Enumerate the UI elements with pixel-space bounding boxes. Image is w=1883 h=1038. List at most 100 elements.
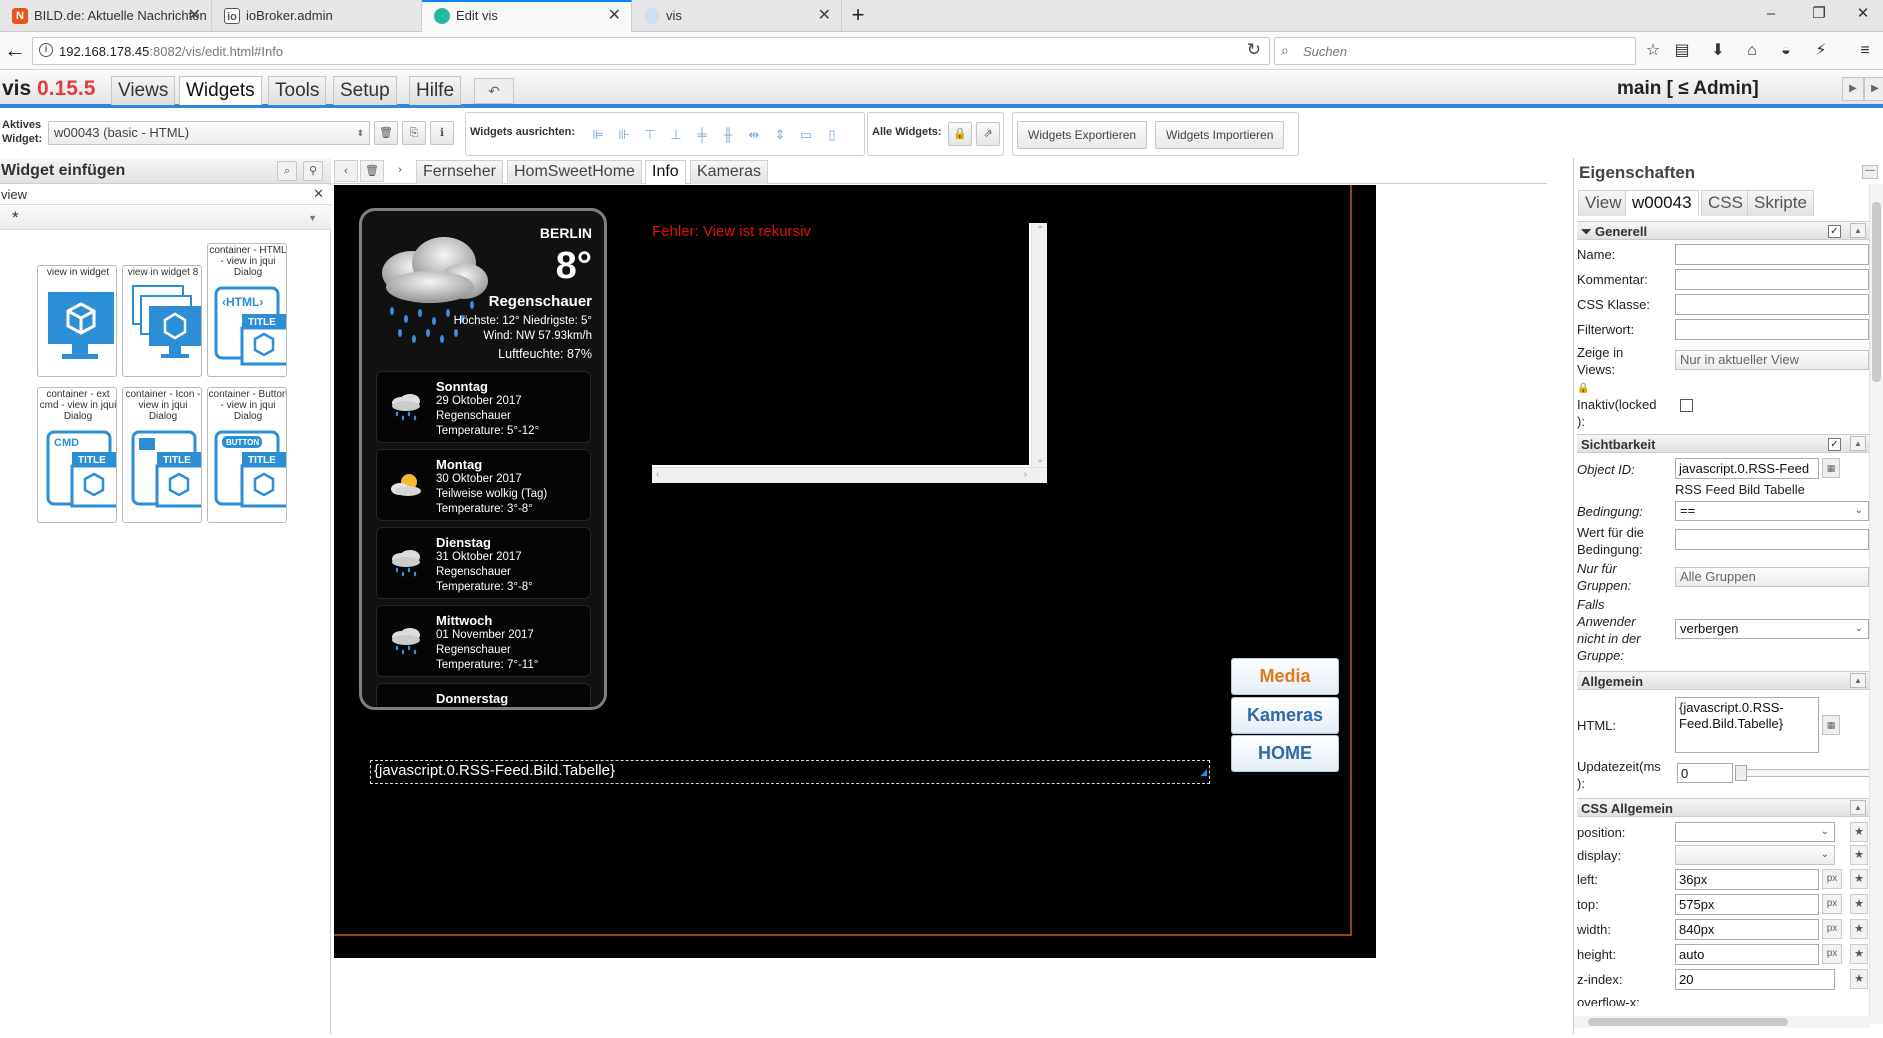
top-input[interactable]: 575px [1675, 894, 1819, 915]
scrollbar-thumb[interactable] [1588, 1018, 1788, 1026]
menu-tab-views[interactable]: Views [111, 76, 176, 105]
kameras-button[interactable]: Kameras [1231, 697, 1339, 734]
unit-px-toggle[interactable]: px [1822, 944, 1842, 964]
download-icon[interactable]: ⬇ [1705, 39, 1731, 63]
section-css-common-header[interactable]: CSS Allgemein ▲ [1577, 798, 1869, 817]
copy-widget-button[interactable]: ⎘ [402, 121, 426, 145]
widget-card-container-button[interactable]: container - Button - view in jqui Dialog… [207, 387, 287, 523]
edit-html-button[interactable]: ▦ [1822, 715, 1840, 735]
widget-card-view-in-widget[interactable]: view in widget [37, 265, 117, 377]
url-bar[interactable]: i 192.168.178.45:8082/vis/edit.html#Info… [32, 37, 1270, 65]
info-icon[interactable]: i [39, 43, 53, 57]
undo-button[interactable]: ↶ [474, 78, 514, 104]
browser-tab-iobroker-admin[interactable]: io ioBroker.admin [212, 0, 422, 32]
browser-tab-vis[interactable]: vis ✕ [632, 0, 842, 32]
section-general-header[interactable]: ⏷ Generell ✓ ▲ [1577, 221, 1869, 240]
section-common-header[interactable]: Allgemein ▲ [1577, 671, 1869, 690]
width-input[interactable]: 840px [1675, 919, 1819, 940]
view-in-widget-frame[interactable]: ⌃ ⌄ ‹ › [652, 223, 1047, 483]
filter-word-input[interactable] [1675, 319, 1869, 340]
search-bar[interactable]: ⌕ [1274, 37, 1636, 65]
menu-arrow-button[interactable]: ▶ [1864, 77, 1883, 101]
left-input[interactable]: 36px [1675, 869, 1819, 890]
lock-all-button[interactable]: 🔒 [948, 122, 972, 146]
zindex-input[interactable]: 20 [1675, 969, 1835, 990]
collapse-section-icon[interactable]: ▲ [1850, 673, 1866, 688]
star-icon[interactable]: ★ [1850, 822, 1868, 842]
hamburger-menu-icon[interactable]: ≡ [1852, 39, 1878, 63]
collapse-section-icon[interactable]: ▲ [1850, 223, 1866, 238]
widget-card-container-icon[interactable]: container - Icon - view in jqui Dialog T… [122, 387, 202, 523]
collapse-section-icon[interactable]: ▲ [1850, 436, 1866, 451]
props-tab-view[interactable]: View [1578, 190, 1629, 216]
minimize-window-button[interactable]: – [1751, 0, 1791, 30]
close-icon[interactable]: ✕ [608, 2, 621, 30]
html-widget-rss-feed[interactable]: {javascript.0.RSS-Feed.Bild.Tabelle} ◢ [370, 760, 1210, 784]
section-visibility-header[interactable]: Sichtbarkeit ✓ ▲ [1577, 434, 1869, 453]
pin-icon[interactable]: ⚲ [303, 161, 323, 181]
resize-handle-icon[interactable]: ◢ [1200, 762, 1207, 782]
star-icon[interactable]: ★ [1850, 845, 1868, 865]
home-button[interactable]: HOME [1231, 735, 1339, 772]
menu-tab-setup[interactable]: Setup [333, 76, 397, 105]
widget-filter-input[interactable] [0, 185, 331, 205]
distribute-horizontal-icon[interactable]: ⇹ [744, 125, 764, 145]
distribute-vertical-icon[interactable]: ⇕ [770, 125, 790, 145]
css-class-input[interactable] [1675, 294, 1869, 315]
only-groups-select[interactable]: Alle Gruppen [1675, 567, 1869, 587]
close-icon[interactable]: ✕ [188, 0, 201, 32]
vertical-scrollbar[interactable]: ⌃ ⌄ [1031, 223, 1047, 467]
scroll-left-icon[interactable]: ‹ [334, 160, 358, 182]
height-input[interactable]: auto [1675, 944, 1819, 965]
widget-card-container-html[interactable]: container - HTML - view in jqui Dialog ‹… [207, 243, 287, 377]
position-select[interactable]: ⌄ [1675, 822, 1835, 842]
show-in-views-select[interactable]: Nur in aktueller View [1675, 350, 1869, 370]
weather-widget[interactable]: BERLIN 8° Regenschauer Höchste: 12° Nied… [359, 208, 607, 710]
widget-card-view-in-widget-8[interactable]: view in widget 8 [122, 265, 202, 377]
select-object-id-button[interactable]: ▦ [1822, 458, 1840, 478]
star-icon[interactable]: ★ [1850, 969, 1868, 989]
unit-px-toggle[interactable]: px [1822, 869, 1842, 889]
update-time-slider[interactable] [1735, 765, 1870, 781]
inactive-checkbox[interactable] [1680, 399, 1693, 412]
align-right-icon[interactable]: ⊪ [614, 125, 634, 145]
browser-tab-edit-vis[interactable]: Edit vis ✕ [422, 0, 632, 32]
star-icon[interactable]: ★ [1850, 919, 1868, 939]
same-height-icon[interactable]: ▯ [822, 125, 842, 145]
extension-icon[interactable]: ⚡ [1808, 39, 1834, 63]
align-vcenter-icon[interactable]: ╫ [718, 125, 738, 145]
align-left-icon[interactable]: ⊫ [588, 125, 608, 145]
close-window-button[interactable]: ✕ [1843, 0, 1883, 30]
view-tab-kameras[interactable]: Kameras [690, 160, 769, 184]
view-tab-homsweethome[interactable]: HomSweetHome [507, 160, 642, 184]
condition-value-input[interactable] [1675, 529, 1869, 550]
align-bottom-icon[interactable]: ⊥ [666, 125, 686, 145]
restore-window-button[interactable]: ❐ [1799, 0, 1839, 30]
clear-filter-icon[interactable]: ✕ [313, 186, 324, 202]
slider-handle[interactable] [1735, 765, 1747, 781]
same-width-icon[interactable]: ▭ [796, 125, 816, 145]
active-widget-select[interactable]: w00043 (basic - HTML) ⬍ [48, 121, 370, 145]
align-top-icon[interactable]: ⊤ [640, 125, 660, 145]
search-input[interactable] [1301, 41, 1621, 61]
props-tab-css[interactable]: CSS [1701, 190, 1750, 216]
condition-select[interactable]: == ⌄ [1675, 501, 1869, 521]
view-tab-info[interactable]: Info [645, 160, 686, 184]
new-tab-button[interactable]: + [843, 0, 873, 32]
scrollbar-thumb[interactable] [1872, 202, 1881, 382]
menu-arrow-button[interactable]: ▶ [1842, 77, 1864, 101]
widget-card-container-ext-cmd[interactable]: container - ext cmd - view in jqui Dialo… [37, 387, 117, 523]
menu-tab-tools[interactable]: Tools [268, 76, 327, 105]
open-new-window-button[interactable]: ⇗ [976, 122, 1000, 146]
unit-px-toggle[interactable]: px [1822, 894, 1842, 914]
unit-px-toggle[interactable]: px [1822, 919, 1842, 939]
props-tab-skripte[interactable]: Skripte [1747, 190, 1814, 216]
bookmark-star-icon[interactable]: ☆ [1640, 39, 1666, 63]
search-icon[interactable]: ⌕ [277, 161, 297, 181]
browser-tab-bild[interactable]: N BILD.de: Aktuelle Nachrichten ✕ [0, 0, 212, 32]
star-icon[interactable]: ★ [1850, 944, 1868, 964]
section-checkbox[interactable]: ✓ [1828, 438, 1841, 451]
star-icon[interactable]: ★ [1850, 869, 1868, 889]
scroll-right-icon[interactable]: › [388, 160, 412, 182]
import-widgets-button[interactable]: Widgets Importieren [1155, 121, 1285, 149]
